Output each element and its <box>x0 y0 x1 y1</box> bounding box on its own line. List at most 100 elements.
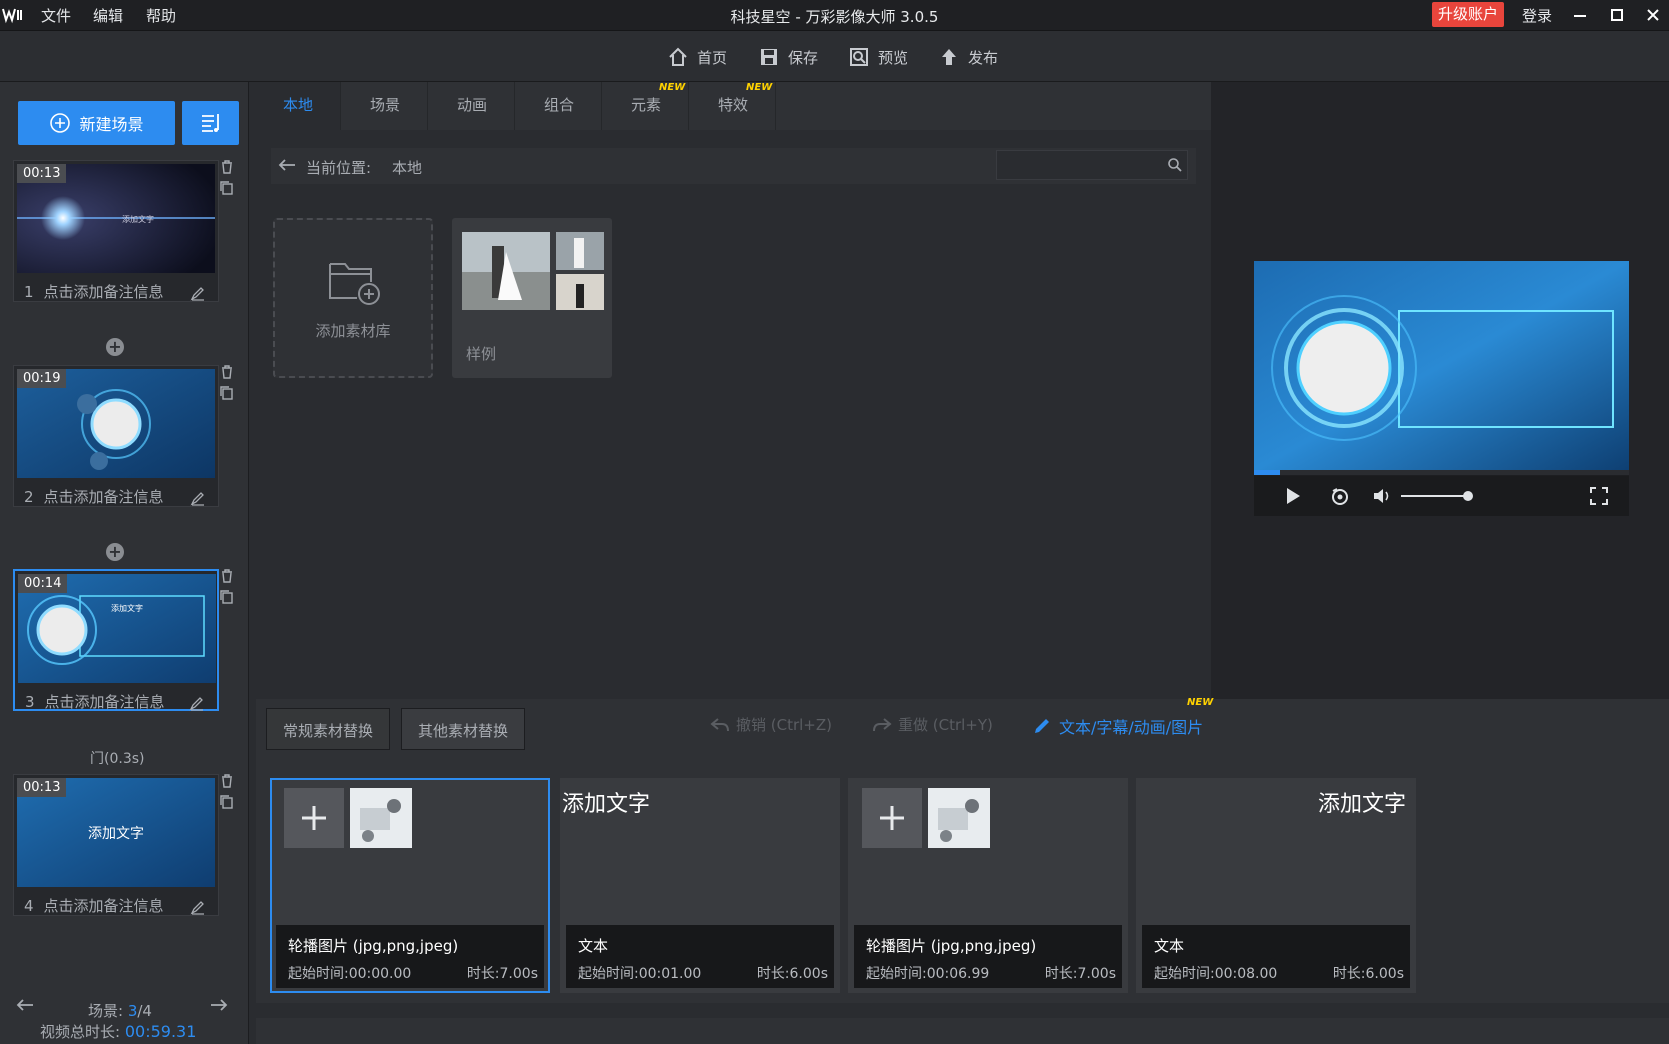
preview-frame <box>1254 261 1629 471</box>
path-label: 当前位置: <box>306 159 372 177</box>
undo-button[interactable]: 撤销 (Ctrl+Z) <box>710 714 832 735</box>
replay-icon[interactable] <box>1330 486 1350 506</box>
edit-icon[interactable] <box>189 695 205 711</box>
minimize-icon[interactable] <box>1567 2 1593 28</box>
menu-bar <box>0 0 1669 31</box>
material-card[interactable]: 轮播图片 (jpg,png,jpeg) 起始时间:00:00.00 时长:7.0… <box>270 778 550 993</box>
card-start-time: 起始时间:00:08.00 <box>1154 966 1278 982</box>
home-label: 首页 <box>697 48 728 67</box>
add-image-button[interactable] <box>862 788 922 848</box>
home-button[interactable]: 首页 <box>667 43 727 71</box>
fullscreen-icon[interactable] <box>1590 487 1608 505</box>
scene-card-1[interactable]: 添加文字 00:13 1 点击添加备注信息 <box>13 160 219 302</box>
scene-note[interactable]: 4 点击添加备注信息 <box>24 895 164 916</box>
volume-knob[interactable] <box>1463 491 1473 501</box>
play-icon[interactable] <box>1284 487 1302 505</box>
material-card[interactable]: 添加文字 文本 起始时间:00:01.00 时长:6.00s <box>560 778 840 993</box>
add-scene-icon[interactable]: + <box>106 543 124 561</box>
menu-file[interactable]: 文件 <box>41 5 71 26</box>
scene-card-2[interactable]: 00:19 2 点击添加备注信息 <box>13 365 219 507</box>
tab-animation[interactable]: 动画 <box>430 82 515 130</box>
image-thumbnail <box>928 788 990 848</box>
save-label: 保存 <box>788 48 819 67</box>
card-start-time: 起始时间:00:01.00 <box>578 966 702 982</box>
preview-label: 预览 <box>878 48 909 67</box>
progress-bar[interactable] <box>1254 470 1629 475</box>
card-type: 文本 <box>578 937 609 955</box>
next-scene-icon[interactable] <box>210 998 228 1016</box>
prev-scene-icon[interactable] <box>16 998 34 1016</box>
scene-card-4[interactable]: 添加文字 00:13 4 点击添加备注信息 <box>13 774 219 916</box>
edit-icon[interactable] <box>190 899 206 915</box>
card-type: 轮播图片 (jpg,png,jpeg) <box>288 937 459 955</box>
svg-text:添加文字: 添加文字 <box>111 603 143 613</box>
card-start-time: 起始时间:00:00.00 <box>288 966 412 982</box>
add-library-button[interactable]: 添加素材库 <box>273 218 433 378</box>
copy-icon[interactable] <box>220 181 234 195</box>
login-button[interactable]: 登录 <box>1522 5 1552 26</box>
sample-folder[interactable]: 样例 <box>452 218 612 378</box>
undo-icon <box>710 717 729 731</box>
material-card[interactable]: 添加文字 文本 起始时间:00:08.00 时长:6.00s <box>1136 778 1416 993</box>
card-footer: 轮播图片 (jpg,png,jpeg) 起始时间:00:06.99 时长:7.0… <box>854 925 1122 988</box>
volume-slider[interactable] <box>1401 495 1465 497</box>
scene-note[interactable]: 3 点击添加备注信息 <box>25 691 165 712</box>
trash-icon[interactable] <box>220 365 234 379</box>
upload-icon <box>942 49 956 65</box>
redo-icon <box>873 717 892 731</box>
new-scene-button[interactable]: 新建场景 <box>18 101 175 145</box>
tab-other-replace[interactable]: 其他素材替换 <box>401 708 526 750</box>
preview-button[interactable]: 预览 <box>848 43 908 71</box>
scene-note[interactable]: 2 点击添加备注信息 <box>24 486 164 507</box>
add-scene-icon[interactable]: + <box>106 338 124 356</box>
card-duration: 时长:7.00s <box>1044 966 1116 982</box>
copy-icon[interactable] <box>220 386 234 400</box>
menu-edit[interactable]: 编辑 <box>93 5 123 26</box>
horizontal-scrollbar[interactable] <box>256 1003 1669 1018</box>
edit-icon[interactable] <box>190 285 206 301</box>
trash-icon[interactable] <box>220 774 234 788</box>
edit-icon[interactable] <box>190 490 206 506</box>
player-controls <box>1254 476 1629 516</box>
scene-duration: 00:13 <box>17 778 67 797</box>
transition-label[interactable]: 门(0.3s) <box>90 748 144 768</box>
tab-group[interactable]: 组合 <box>517 82 602 130</box>
copy-icon[interactable] <box>220 795 234 809</box>
plus-icon <box>302 806 326 830</box>
search-icon[interactable] <box>1167 157 1183 177</box>
menu-help[interactable]: 帮助 <box>146 5 176 26</box>
list-icon <box>201 114 219 132</box>
pencil-icon <box>1035 719 1049 733</box>
library-tabs: 本地 场景 动画 组合 元素 特效 NEW NEW <box>256 82 1211 130</box>
scene-card-3[interactable]: 添加文字 00:14 3 点击添加备注信息 <box>13 569 219 711</box>
copy-icon[interactable] <box>220 590 234 604</box>
card-start-time: 起始时间:00:06.99 <box>866 966 990 982</box>
volume-icon[interactable] <box>1372 486 1392 506</box>
scene-list-button[interactable] <box>182 101 239 145</box>
new-badge: NEW <box>1187 697 1214 708</box>
add-image-button[interactable] <box>284 788 344 848</box>
tab-scene[interactable]: 场景 <box>343 82 428 130</box>
publish-label: 发布 <box>968 48 999 67</box>
save-icon <box>761 49 777 65</box>
maximize-icon[interactable] <box>1604 2 1630 28</box>
trash-icon[interactable] <box>220 569 234 583</box>
new-badge: NEW <box>659 82 686 93</box>
tab-regular-replace[interactable]: 常规素材替换 <box>266 708 391 750</box>
svg-text:添加文字: 添加文字 <box>122 214 154 224</box>
add-circle-icon <box>50 113 71 133</box>
publish-button[interactable]: 发布 <box>938 43 998 71</box>
back-arrow-icon[interactable] <box>278 158 296 176</box>
redo-button[interactable]: 重做 (Ctrl+Y) <box>872 714 993 735</box>
scene-note[interactable]: 1 点击添加备注信息 <box>24 281 164 302</box>
material-card[interactable]: 轮播图片 (jpg,png,jpeg) 起始时间:00:06.99 时长:7.0… <box>848 778 1128 993</box>
upgrade-account-button[interactable]: 升级账户 <box>1432 2 1504 27</box>
tab-local[interactable]: 本地 <box>256 82 341 130</box>
card-text-content: 添加文字 <box>562 792 651 817</box>
scene-actions <box>220 160 236 202</box>
search-input[interactable] <box>996 150 1188 180</box>
save-button[interactable]: 保存 <box>758 43 818 71</box>
text-subtitle-link[interactable]: 文本/字幕/动画/图片 <box>1033 714 1203 738</box>
trash-icon[interactable] <box>220 160 234 174</box>
close-icon[interactable] <box>1640 2 1666 28</box>
